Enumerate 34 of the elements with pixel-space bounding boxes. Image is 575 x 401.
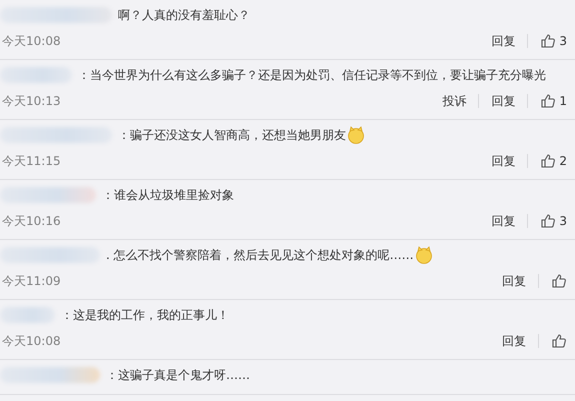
thumbs-up-icon — [551, 333, 567, 349]
like-button[interactable]: 1 — [540, 93, 567, 109]
comment-time: 今天10:13 — [2, 92, 61, 110]
like-button[interactable] — [551, 273, 567, 289]
reply-link[interactable]: 回复 — [502, 272, 526, 290]
comment-time: 今天10:08 — [2, 32, 61, 50]
reply-link[interactable]: 回复 — [491, 152, 516, 170]
like-button[interactable]: 2 — [540, 153, 567, 169]
comment-text: ：这是我的工作，我的正事儿！ — [61, 306, 229, 324]
report-link[interactable]: 投诉 — [442, 92, 466, 110]
thumbs-up-icon — [540, 153, 556, 169]
blurred-username — [0, 67, 72, 83]
reply-link[interactable]: 回复 — [491, 212, 516, 230]
comment-text: ：谁会从垃圾堆里捡对象 — [102, 186, 234, 204]
comment-time: 今天10:16 — [2, 212, 61, 230]
comment-time: 今天10:08 — [2, 332, 61, 350]
comment-text: . 怎么不找个警察陪着，然后去见见这个想处对象的呢…… — [106, 246, 414, 264]
thumbs-up-icon — [540, 213, 556, 229]
thumbs-up-icon — [540, 33, 556, 49]
reply-link[interactable]: 回复 — [491, 32, 516, 50]
comment-text: ：骗子还没这女人智商高，还想当她男朋友 — [118, 126, 346, 144]
comment-time: 今天11:15 — [2, 152, 61, 170]
comment-text: ：这骗子真是个鬼才呀…… — [106, 366, 250, 384]
like-button[interactable]: 3 — [540, 33, 567, 49]
comment-text: 啊？人真的没有羞耻心？ — [118, 6, 250, 24]
blurred-username — [0, 307, 55, 323]
comment-text: ：当今世界为什么有这么多骗子？还是因为处罚、信任记录等不到位，要让骗子充分曝光 — [78, 66, 546, 84]
reply-link[interactable]: 回复 — [491, 92, 516, 110]
like-button[interactable] — [551, 333, 567, 349]
thumbs-up-icon — [540, 93, 556, 109]
reply-link[interactable]: 回复 — [502, 332, 526, 350]
like-button[interactable]: 3 — [540, 213, 567, 229]
comment-time: 今天11:09 — [2, 272, 61, 290]
thumbs-up-icon — [551, 273, 567, 289]
